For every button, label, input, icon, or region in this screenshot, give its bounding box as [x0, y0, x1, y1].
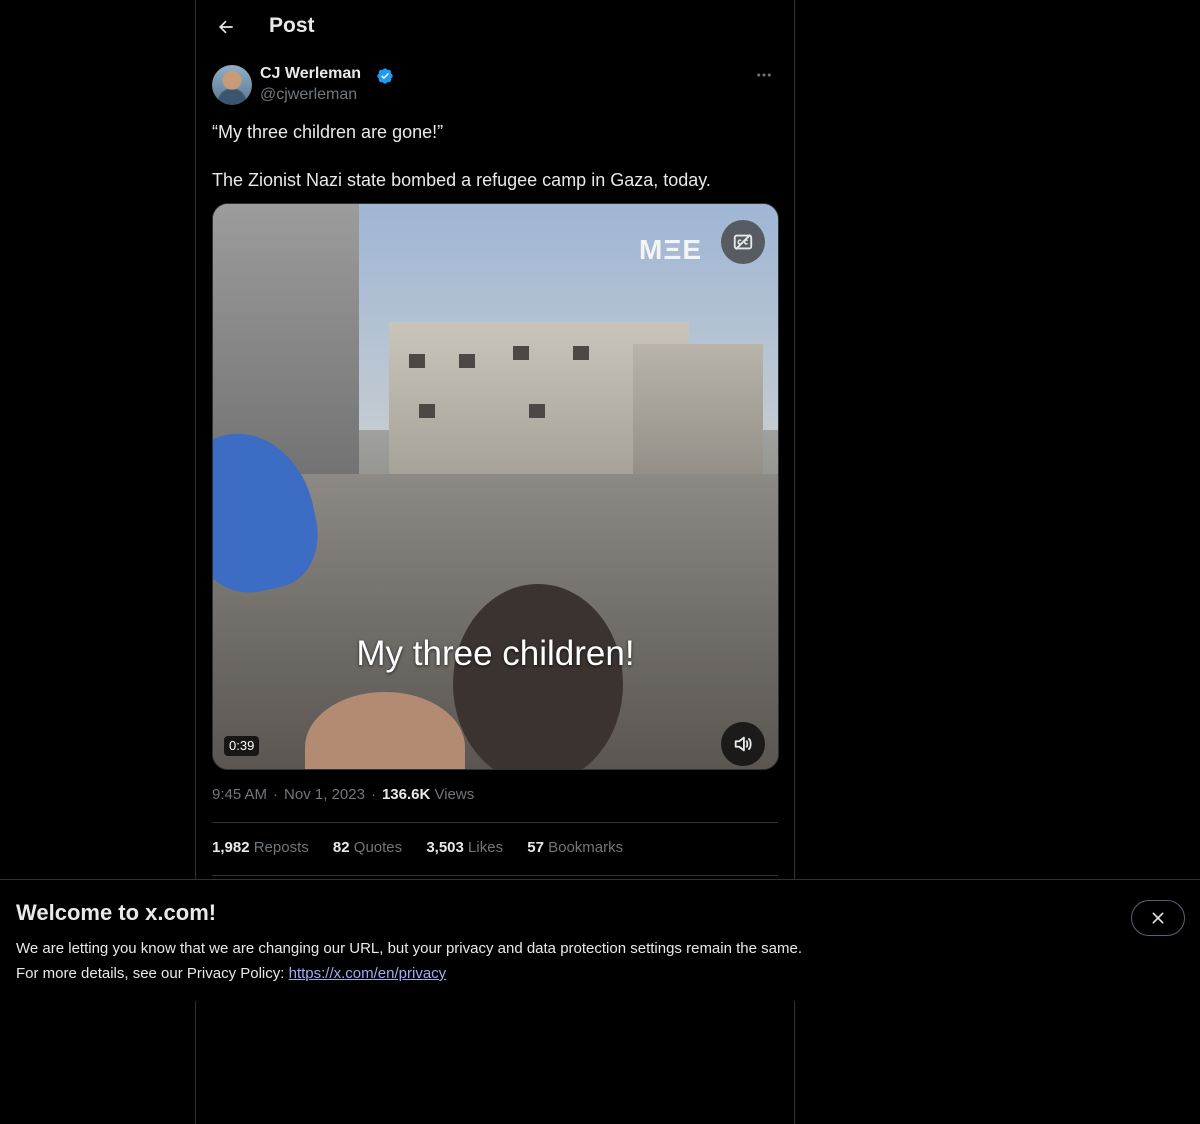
stat-bookmarks[interactable]: 57 Bookmarks [527, 839, 623, 856]
video-subtitle: My three children! [356, 634, 635, 673]
video-frame-window [419, 404, 435, 418]
video-frame-building [633, 344, 763, 494]
banner-text: We are letting you know that we are chan… [16, 936, 802, 986]
separator-dot: · [273, 786, 279, 803]
banner-line: We are letting you know that we are chan… [16, 940, 802, 957]
stat-count: 82 [332, 839, 350, 856]
stat-count: 1,982 [212, 839, 250, 856]
video-duration: 0:39 [224, 736, 260, 756]
stat-quotes[interactable]: 82 Quotes [333, 839, 402, 856]
more-icon [757, 73, 771, 77]
post-header: Post [196, 0, 794, 54]
page-title: Post [269, 14, 315, 37]
url-change-banner: Welcome to x.com! We are letting you kno… [0, 879, 1200, 1001]
stat-likes[interactable]: 3,503 Likes [426, 839, 503, 856]
captions-button[interactable] [721, 220, 765, 264]
stat-count: 3,503 [426, 839, 464, 856]
volume-button[interactable] [721, 722, 765, 766]
back-arrow-icon [218, 20, 233, 34]
video-frame-window [513, 346, 529, 360]
stat-label: Quotes [353, 839, 403, 856]
video-player[interactable]: MΞE My three children! 0:39 [212, 203, 779, 770]
post-time[interactable]: 9:45 AM [212, 786, 267, 803]
captions-icon [733, 234, 753, 250]
engagement-stats: 1,982 Reposts 82 Quotes 3,503 Likes 57 B… [212, 839, 643, 856]
stat-reposts[interactable]: 1,982 Reposts [212, 839, 309, 856]
video-frame-window [409, 354, 425, 368]
post-text: “My three children are gone!” The Zionis… [212, 120, 778, 192]
author-name[interactable]: CJ Werleman [260, 65, 361, 83]
stat-label: Bookmarks [548, 839, 624, 856]
verified-badge-icon[interactable] [376, 67, 394, 85]
video-watermark-logo: MΞE [639, 234, 703, 265]
stat-label: Reposts [253, 839, 309, 856]
post-text-line: The Zionist Nazi state bombed a refugee … [212, 170, 711, 190]
volume-icon [734, 736, 752, 752]
author-handle[interactable]: @cjwerleman [260, 86, 357, 104]
post-text-line: “My three children are gone!” [212, 122, 444, 142]
video-frame-window [573, 346, 589, 360]
divider [212, 822, 778, 823]
video-frame-window [459, 354, 475, 368]
video-frame-person [453, 584, 623, 769]
post-author: CJ Werleman @cjwerleman [212, 64, 778, 106]
banner-line: For more details, see our Privacy Policy… [16, 961, 802, 986]
stat-count: 57 [527, 839, 544, 856]
post-meta: 9:45 AM · Nov 1, 2023 · 136.6K Views [212, 786, 474, 803]
avatar[interactable] [212, 65, 252, 105]
close-icon [1152, 912, 1164, 924]
banner-title: Welcome to x.com! [16, 900, 217, 925]
video-frame-window [529, 404, 545, 418]
privacy-policy-link[interactable]: https://x.com/en/privacy [289, 965, 447, 982]
stat-label: Likes [468, 839, 504, 856]
more-button[interactable] [750, 64, 778, 86]
post-date[interactable]: Nov 1, 2023 [284, 786, 365, 803]
divider [212, 875, 778, 876]
separator-dot: · [370, 786, 376, 803]
back-button[interactable] [208, 9, 244, 45]
banner-close-button[interactable] [1131, 900, 1185, 936]
views-count: 136.6K [381, 786, 431, 803]
banner-line-prefix: For more details, see our Privacy Policy… [16, 965, 285, 982]
views-label: Views [434, 786, 475, 803]
